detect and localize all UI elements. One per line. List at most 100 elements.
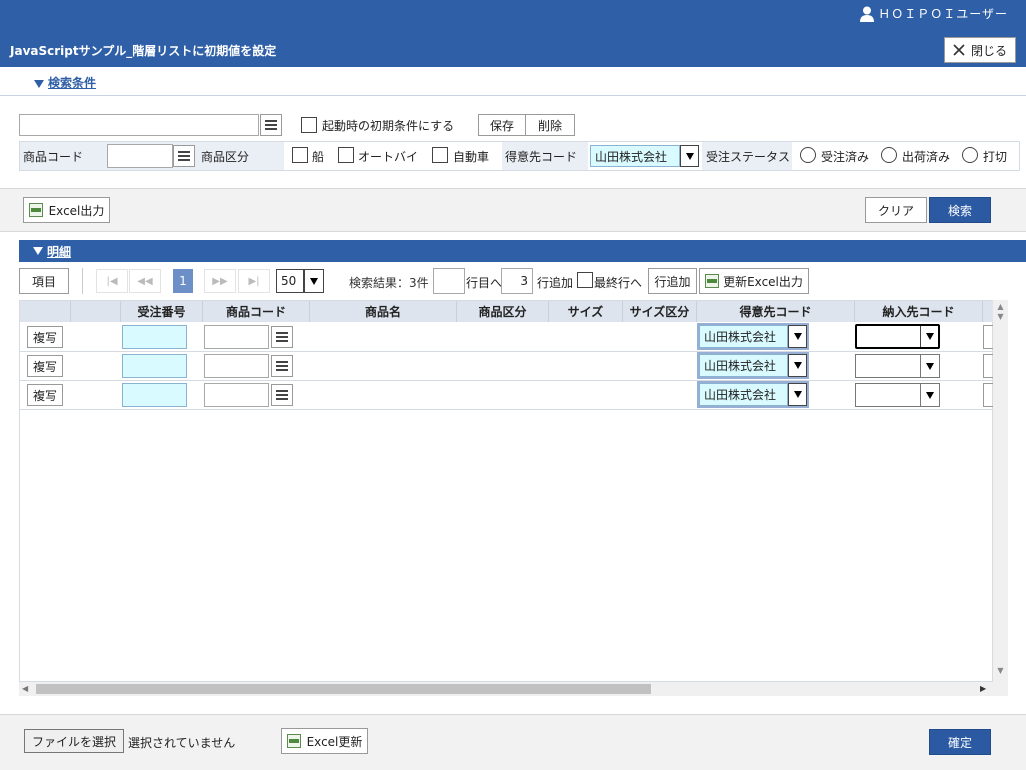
- col-header-product-code[interactable]: 商品コード: [203, 301, 310, 322]
- copy-row-button[interactable]: 複写: [27, 355, 63, 377]
- update-excel-button[interactable]: 更新Excel出力: [699, 268, 809, 294]
- scroll-up-icon[interactable]: ▲: [995, 302, 1006, 311]
- customer-dropdown-button[interactable]: [788, 354, 807, 377]
- page-title: JavaScriptサンプル_階層リストに初期値を設定: [10, 44, 277, 58]
- goto-row-input[interactable]: [433, 268, 465, 294]
- delivery-dropdown-button[interactable]: [920, 326, 938, 347]
- vertical-scrollbar[interactable]: [993, 300, 1008, 682]
- add-row-button[interactable]: 行追加: [648, 268, 697, 294]
- page-size-select[interactable]: 50: [276, 269, 304, 293]
- clear-button[interactable]: クリア: [865, 197, 927, 223]
- product-code-list-button[interactable]: [271, 384, 293, 406]
- chevron-down-icon: [793, 333, 802, 340]
- product-code-list-button[interactable]: [271, 326, 293, 348]
- row-divider: [20, 380, 993, 381]
- detail-section-header[interactable]: 明細: [19, 240, 1026, 262]
- collapse-icon: [33, 247, 43, 255]
- order-no-input[interactable]: [122, 354, 187, 378]
- first-page-icon[interactable]: |◀: [96, 269, 128, 293]
- columns-button[interactable]: 項目: [19, 268, 69, 294]
- scroll-bottom-icon[interactable]: ▼: [995, 666, 1006, 675]
- customer-dropdown-button[interactable]: [788, 383, 807, 406]
- chevron-down-icon: [685, 152, 694, 160]
- excel-icon: [705, 274, 720, 288]
- status-shipped-label: 出荷済み: [902, 150, 951, 164]
- divider: [0, 95, 1026, 96]
- delivery-dropdown-button[interactable]: [920, 355, 939, 377]
- excel-output-button[interactable]: Excel出力: [23, 197, 110, 223]
- col-header-customer-code[interactable]: 得意先コード: [697, 301, 855, 322]
- customer-dropdown-button[interactable]: [788, 325, 807, 348]
- page-size-dropdown[interactable]: [304, 269, 324, 293]
- product-code-list-button[interactable]: [173, 145, 195, 167]
- chevron-down-icon: [793, 362, 802, 369]
- product-category-label: 商品区分: [201, 150, 250, 164]
- product-code-input[interactable]: [107, 144, 173, 168]
- search-section-toggle[interactable]: 検索条件: [34, 74, 96, 91]
- col-header-order-no[interactable]: 受注番号: [121, 301, 203, 322]
- product-code-input[interactable]: [204, 325, 269, 349]
- product-code-input[interactable]: [204, 354, 269, 378]
- add-count-input[interactable]: 3: [501, 268, 533, 294]
- col-header-product-category[interactable]: 商品区分: [457, 301, 549, 322]
- file-select-button[interactable]: ファイルを選択: [24, 729, 124, 753]
- excel-update-button[interactable]: Excel更新: [281, 728, 368, 754]
- order-status-label: 受注ステータス: [706, 150, 791, 164]
- prev-page-icon[interactable]: ◀◀: [129, 269, 161, 293]
- current-page[interactable]: 1: [173, 269, 193, 293]
- next-page-icon[interactable]: ▶▶: [204, 269, 236, 293]
- customer-dropdown-button[interactable]: [680, 145, 699, 167]
- col-header-size-category[interactable]: サイズ区分: [623, 301, 697, 322]
- next-column-cell: [983, 325, 993, 349]
- result-count: 検索結果：3件: [349, 276, 429, 290]
- cat-car-checkbox[interactable]: [432, 147, 448, 163]
- customer-select[interactable]: 山田株式会社: [590, 145, 680, 167]
- cat-boat-checkbox[interactable]: [292, 147, 308, 163]
- confirm-button[interactable]: 確定: [929, 729, 991, 755]
- condition-list-button[interactable]: [260, 114, 282, 136]
- customer-select[interactable]: 山田株式会社: [699, 383, 788, 406]
- status-closed-label: 打切: [983, 150, 1008, 164]
- order-no-input[interactable]: [122, 383, 187, 407]
- copy-row-button[interactable]: 複写: [27, 326, 63, 348]
- scroll-right-icon[interactable]: ▶: [980, 683, 990, 695]
- copy-row-button[interactable]: 複写: [27, 384, 63, 406]
- customer-select[interactable]: 山田株式会社: [699, 354, 788, 377]
- order-no-input[interactable]: [122, 325, 187, 349]
- chevron-down-icon: [310, 277, 318, 285]
- delete-button[interactable]: 削除: [525, 114, 575, 136]
- user-info: ＨＯＩＰＯＩユーザー: [860, 5, 1008, 22]
- status-shipped-radio[interactable]: [881, 147, 897, 163]
- startup-checkbox[interactable]: [301, 117, 317, 133]
- scroll-down-icon[interactable]: ▼: [995, 312, 1006, 321]
- status-ordered-radio[interactable]: [800, 147, 816, 163]
- product-code-list-button[interactable]: [271, 355, 293, 377]
- cat-bike-label: オートバイ: [358, 150, 419, 164]
- collapse-icon: [34, 79, 44, 88]
- close-button[interactable]: 閉じる: [944, 37, 1016, 63]
- user-name: ＨＯＩＰＯＩユーザー: [878, 7, 1008, 21]
- last-row-label: 最終行へ: [594, 276, 643, 290]
- goto-row-label: 行目へ: [466, 276, 503, 290]
- delivery-dropdown-button[interactable]: [920, 384, 939, 406]
- col-header-size[interactable]: サイズ: [549, 301, 623, 322]
- save-button[interactable]: 保存: [478, 114, 526, 136]
- row-divider: [20, 409, 993, 410]
- col-header-delivery-code[interactable]: 納入先コード: [855, 301, 983, 322]
- col-header-product-name[interactable]: 商品名: [310, 301, 457, 322]
- product-code-input[interactable]: [204, 383, 269, 407]
- close-icon: [953, 44, 965, 56]
- chevron-down-icon: [793, 391, 802, 398]
- search-button[interactable]: 検索: [929, 197, 991, 223]
- scroll-left-icon[interactable]: ◀: [22, 683, 32, 695]
- chevron-down-icon: [926, 391, 934, 399]
- last-row-checkbox[interactable]: [577, 272, 593, 288]
- customer-select[interactable]: 山田株式会社: [699, 325, 788, 348]
- status-closed-radio[interactable]: [962, 147, 978, 163]
- chevron-down-icon: [925, 333, 934, 340]
- horizontal-scroll-thumb[interactable]: [36, 684, 651, 694]
- col-header-copy: [20, 301, 71, 322]
- last-page-icon[interactable]: ▶|: [238, 269, 270, 293]
- cat-bike-checkbox[interactable]: [338, 147, 354, 163]
- condition-name-input[interactable]: [19, 114, 259, 136]
